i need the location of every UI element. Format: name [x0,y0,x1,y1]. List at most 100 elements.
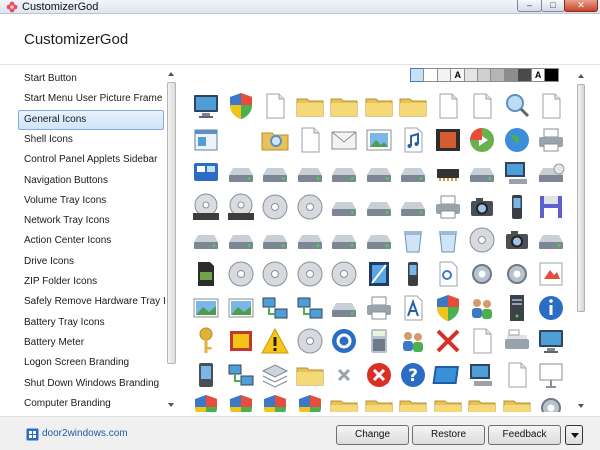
camera-icon[interactable] [501,224,533,256]
music-icon[interactable] [397,124,429,156]
options-dropdown-button[interactable] [565,425,583,445]
gear-icon[interactable] [535,392,567,412]
network-icon[interactable] [294,292,326,324]
drive-icon[interactable] [225,224,257,256]
icon-grid-scroll-thumb[interactable] [577,84,585,312]
drive-icon[interactable] [397,157,429,189]
sidebar-item[interactable]: Control Panel Applets Sidebar [18,150,164,170]
lock-icon[interactable] [570,224,574,256]
document-icon[interactable] [432,90,464,122]
grid-scroll-up-icon[interactable] [578,74,584,78]
paint-icon[interactable] [535,258,567,290]
folder-icon[interactable] [328,392,360,412]
sidebar-item[interactable]: Volume Tray Icons [18,191,164,211]
document-icon[interactable] [259,90,291,122]
disc-icon[interactable] [294,191,326,223]
recycle-bin-icon[interactable] [432,224,464,256]
dvd-icon[interactable] [190,191,222,223]
landscape-icon[interactable] [190,292,222,324]
document-icon[interactable] [466,90,498,122]
network-icon[interactable] [259,292,291,324]
info-icon[interactable] [535,292,567,324]
dvd-icon[interactable] [225,191,257,223]
font-icon[interactable] [397,292,429,324]
drive-icon[interactable] [328,157,360,189]
media-icon[interactable] [466,124,498,156]
photo-icon[interactable] [225,325,257,357]
scroll-up-icon[interactable] [168,72,174,76]
sidebar-item[interactable]: General Icons [18,109,164,130]
folder-icon[interactable] [501,392,533,412]
feedback-button[interactable]: Feedback [488,425,561,445]
warning-icon[interactable] [259,325,291,357]
folder-icon[interactable] [466,392,498,412]
picture-frame-icon[interactable] [363,258,395,290]
sidebar-scroll-thumb[interactable] [167,82,176,364]
disc-drive-icon[interactable] [535,157,567,189]
gear-icon[interactable] [466,258,498,290]
phone-icon[interactable] [501,191,533,223]
drive-icon[interactable] [259,224,291,256]
sidebar-item[interactable]: Safely Remove Hardware Tray Icon [18,292,166,312]
sidebar-item[interactable]: Start Button [18,69,164,89]
camera-icon[interactable] [466,191,498,223]
window-icon[interactable] [190,124,222,156]
server-icon[interactable] [501,292,533,324]
drive-icon[interactable] [225,157,257,189]
website-link[interactable]: door2windows.com [42,428,128,439]
sidebar-item[interactable]: Network Tray Icons [18,211,164,231]
drive-icon[interactable] [363,224,395,256]
sidebar-item[interactable]: Logon Screen Branding [18,353,164,373]
shield-icon[interactable] [432,292,464,324]
shield-icon[interactable] [259,392,291,412]
monitor-icon[interactable] [535,325,567,357]
sidebar-item[interactable]: Start Menu User Picture Frame [18,89,164,109]
scanner-icon[interactable] [501,325,533,357]
users-icon[interactable] [397,325,429,357]
help-icon[interactable]: ? [397,359,429,391]
document-icon[interactable] [535,90,567,122]
pda-icon[interactable] [190,359,222,391]
film-icon[interactable] [432,124,464,156]
computer-icon[interactable] [466,359,498,391]
memory-card-icon[interactable] [190,258,222,290]
stack-icon[interactable] [259,359,291,391]
disc-icon[interactable] [225,258,257,290]
shield-icon[interactable] [225,392,257,412]
printer-icon[interactable] [432,191,464,223]
folder-icon[interactable] [294,90,326,122]
shield-icon[interactable] [294,392,326,412]
floppy-icon[interactable] [535,191,567,223]
disc-icon[interactable] [294,325,326,357]
sidebar-item[interactable]: Battery Meter [18,333,164,353]
close-icon[interactable] [328,359,360,391]
drive-icon[interactable] [294,224,326,256]
settings-icon[interactable] [328,325,360,357]
drive-icon[interactable] [328,224,360,256]
shield-icon[interactable] [190,392,222,412]
close-button[interactable]: ✕ [564,0,598,12]
drive-icon[interactable] [535,224,567,256]
error-x-icon[interactable] [432,325,464,357]
printer-icon[interactable] [363,292,395,324]
icon-grid-scrollbar[interactable] [576,68,586,412]
key-icon[interactable] [190,325,222,357]
users-icon[interactable] [466,292,498,324]
grid-scroll-down-icon[interactable] [578,404,584,408]
document-icon[interactable] [294,124,326,156]
drive-icon[interactable] [190,224,222,256]
folder-icon[interactable] [397,90,429,122]
document-icon[interactable] [466,325,498,357]
scroll-down-icon[interactable] [168,403,174,407]
folder-icon[interactable] [397,392,429,412]
chip-icon[interactable] [432,157,464,189]
document-icon[interactable] [570,90,574,122]
presentation-icon[interactable] [535,359,567,391]
drive-icon[interactable] [466,157,498,189]
search-icon[interactable] [501,90,533,122]
sidebar-item[interactable]: Computer Branding [18,394,164,412]
globe-icon[interactable] [501,124,533,156]
picture-icon[interactable] [363,124,395,156]
drive-icon[interactable] [397,191,429,223]
sidebar-item[interactable]: Battery Tray Icons [18,313,164,333]
